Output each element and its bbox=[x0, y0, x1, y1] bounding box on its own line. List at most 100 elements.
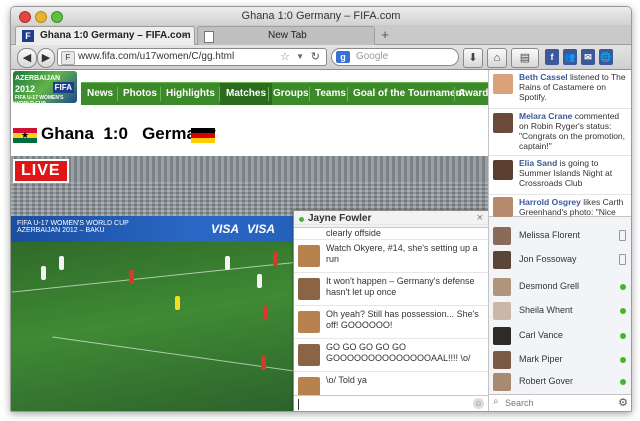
chat-message: Oh yeah? Still has possession... She's o… bbox=[294, 305, 488, 338]
reload-icon[interactable]: ↻ bbox=[311, 49, 320, 65]
germany-flag-icon bbox=[191, 128, 215, 143]
visa-board: VISA bbox=[211, 222, 240, 236]
nav-awards[interactable]: Awards bbox=[458, 83, 488, 105]
ticker-item[interactable]: Beth Cassel listened to The Rains of Cas… bbox=[489, 70, 631, 109]
player bbox=[257, 274, 262, 288]
nav-groups[interactable]: Groups bbox=[273, 83, 309, 105]
avatar bbox=[298, 278, 320, 300]
forward-button[interactable]: ▶ bbox=[37, 48, 55, 68]
friend-item[interactable]: Mark Piper bbox=[489, 349, 631, 372]
online-status-icon bbox=[620, 308, 626, 314]
downloads-icon[interactable]: ⬇ bbox=[463, 48, 483, 68]
ghana-flag-icon: ★ bbox=[13, 128, 37, 143]
nav-teams[interactable]: Teams bbox=[315, 83, 346, 105]
friend-search-placeholder: Search bbox=[505, 398, 534, 408]
site-identity-icon[interactable]: F bbox=[61, 51, 75, 65]
google-search-icon[interactable]: g bbox=[336, 51, 350, 63]
avatar bbox=[493, 113, 513, 133]
tab-new-tab[interactable]: New Tab bbox=[197, 26, 375, 45]
tab-bar: F Ghana 1:0 Germany – FIFA.com × New Tab… bbox=[11, 25, 631, 45]
address-bar[interactable]: F www.fifa.com/u17women/C/gg.html ☆ ▼ ↻ bbox=[57, 48, 327, 66]
browser-window: Ghana 1:0 Germany – FIFA.com F Ghana 1:0… bbox=[10, 6, 632, 412]
notifications-icon[interactable]: 🌐 bbox=[599, 49, 613, 65]
avatar bbox=[493, 160, 513, 180]
activity-ticker: Beth Cassel listened to The Rains of Cas… bbox=[489, 70, 631, 217]
chat-input[interactable]: ☺ bbox=[294, 395, 488, 411]
friend-requests-icon[interactable]: 👥 bbox=[563, 49, 577, 65]
ticker-item[interactable]: Elia Sand is going to Summer Islands Nig… bbox=[489, 156, 631, 195]
fifa-favicon-icon: F bbox=[22, 30, 34, 42]
web-page: AZERBAIJAN 2012 FIFA U-17 WOMEN'S WORLD … bbox=[11, 70, 488, 411]
online-status-icon bbox=[620, 379, 626, 385]
nav-photos[interactable]: Photos bbox=[123, 83, 157, 105]
chat-message: GO GO GO GO GO GOOOOOOOOOOOOOOAAL!!!! \o… bbox=[294, 338, 488, 371]
tab-label: Ghana 1:0 Germany – FIFA.com bbox=[40, 30, 191, 41]
friend-item[interactable]: Jon Fossoway bbox=[489, 249, 631, 272]
gear-icon[interactable]: ⚙ bbox=[618, 396, 628, 409]
friend-item[interactable]: Robert Gover bbox=[489, 371, 631, 394]
avatar bbox=[493, 74, 513, 94]
home-icon[interactable]: ⌂ bbox=[487, 48, 507, 68]
mobile-status-icon bbox=[619, 230, 626, 241]
avatar bbox=[493, 373, 511, 391]
chat-close-icon[interactable]: × bbox=[477, 212, 483, 224]
search-bar[interactable]: g Google bbox=[331, 48, 459, 66]
friend-item[interactable]: Carl Vance bbox=[489, 325, 631, 348]
mobile-status-icon bbox=[619, 254, 626, 265]
player bbox=[129, 270, 134, 284]
live-badge: LIVE bbox=[13, 159, 69, 183]
avatar bbox=[493, 278, 511, 296]
site-navigation: News Photos Highlights Matches Groups Te… bbox=[81, 82, 488, 105]
page-icon bbox=[204, 31, 214, 43]
tournament-logo[interactable]: AZERBAIJAN 2012 FIFA U-17 WOMEN'S WORLD … bbox=[13, 71, 77, 107]
player bbox=[261, 356, 266, 370]
chat-message: clearly offside bbox=[294, 224, 488, 239]
player bbox=[225, 256, 230, 270]
nav-matches[interactable]: Matches bbox=[220, 83, 273, 105]
bookmark-star-icon[interactable]: ☆ bbox=[280, 49, 290, 65]
stands-banner: FIFA U-17 WOMEN'S WORLD CUP AZERBAIJAN 2… bbox=[17, 220, 129, 234]
online-status-icon bbox=[620, 357, 626, 363]
tab-close-icon[interactable]: × bbox=[182, 27, 188, 45]
avatar bbox=[493, 251, 511, 269]
history-dropdown-icon[interactable]: ▼ bbox=[296, 49, 304, 65]
online-status-icon bbox=[299, 217, 304, 222]
friend-item[interactable]: Sheila Whent bbox=[489, 300, 631, 323]
tab-fifa[interactable]: F Ghana 1:0 Germany – FIFA.com × bbox=[15, 26, 195, 45]
chat-window: Jayne Fowler × clearly offside Watch Oky… bbox=[293, 210, 488, 411]
online-status-icon bbox=[620, 284, 626, 290]
avatar bbox=[298, 245, 320, 267]
chat-contact-name: Jayne Fowler bbox=[308, 213, 372, 224]
new-tab-button[interactable]: + bbox=[377, 27, 393, 43]
avatar bbox=[493, 327, 511, 345]
player bbox=[263, 306, 268, 320]
nav-news[interactable]: News bbox=[87, 83, 113, 105]
url-text: www.fifa.com/u17women/C/gg.html bbox=[78, 51, 235, 62]
ticker-item[interactable]: Melara Crane commented on Robin Ryger's … bbox=[489, 109, 631, 156]
avatar bbox=[493, 227, 511, 245]
ticker-item[interactable]: Harrold Osgrey likes Carth Greenhand's p… bbox=[489, 195, 631, 217]
bookmarks-icon[interactable]: ▤ bbox=[511, 48, 539, 68]
avatar bbox=[298, 311, 320, 333]
friend-item[interactable]: Melissa Florent bbox=[489, 225, 631, 248]
online-status-icon bbox=[620, 333, 626, 339]
friend-search[interactable]: ⌕ Search ⚙ bbox=[489, 394, 631, 411]
chat-message: Watch Okyere, #14, she's setting up a ru… bbox=[294, 239, 488, 272]
player bbox=[59, 256, 64, 270]
nav-goal-of-the-tournament[interactable]: Goal of the Tournament bbox=[353, 83, 465, 105]
back-button[interactable]: ◀ bbox=[17, 48, 37, 68]
friend-item[interactable]: Desmond Grell bbox=[489, 276, 631, 299]
window-title: Ghana 1:0 Germany – FIFA.com bbox=[241, 10, 401, 22]
chat-message: It won't happen – Germany's defense hasn… bbox=[294, 272, 488, 305]
referee bbox=[175, 296, 180, 310]
facebook-icon[interactable]: f bbox=[545, 49, 559, 65]
messages-icon[interactable]: ✉ bbox=[581, 49, 595, 65]
player bbox=[273, 252, 278, 266]
avatar bbox=[493, 302, 511, 320]
avatar bbox=[493, 351, 511, 369]
nav-highlights[interactable]: Highlights bbox=[166, 83, 215, 105]
search-placeholder: Google bbox=[356, 51, 389, 62]
facebook-sidebar: Beth Cassel listened to The Rains of Cas… bbox=[488, 70, 631, 411]
tab-label: New Tab bbox=[268, 30, 307, 41]
emoticon-icon[interactable]: ☺ bbox=[473, 398, 484, 409]
